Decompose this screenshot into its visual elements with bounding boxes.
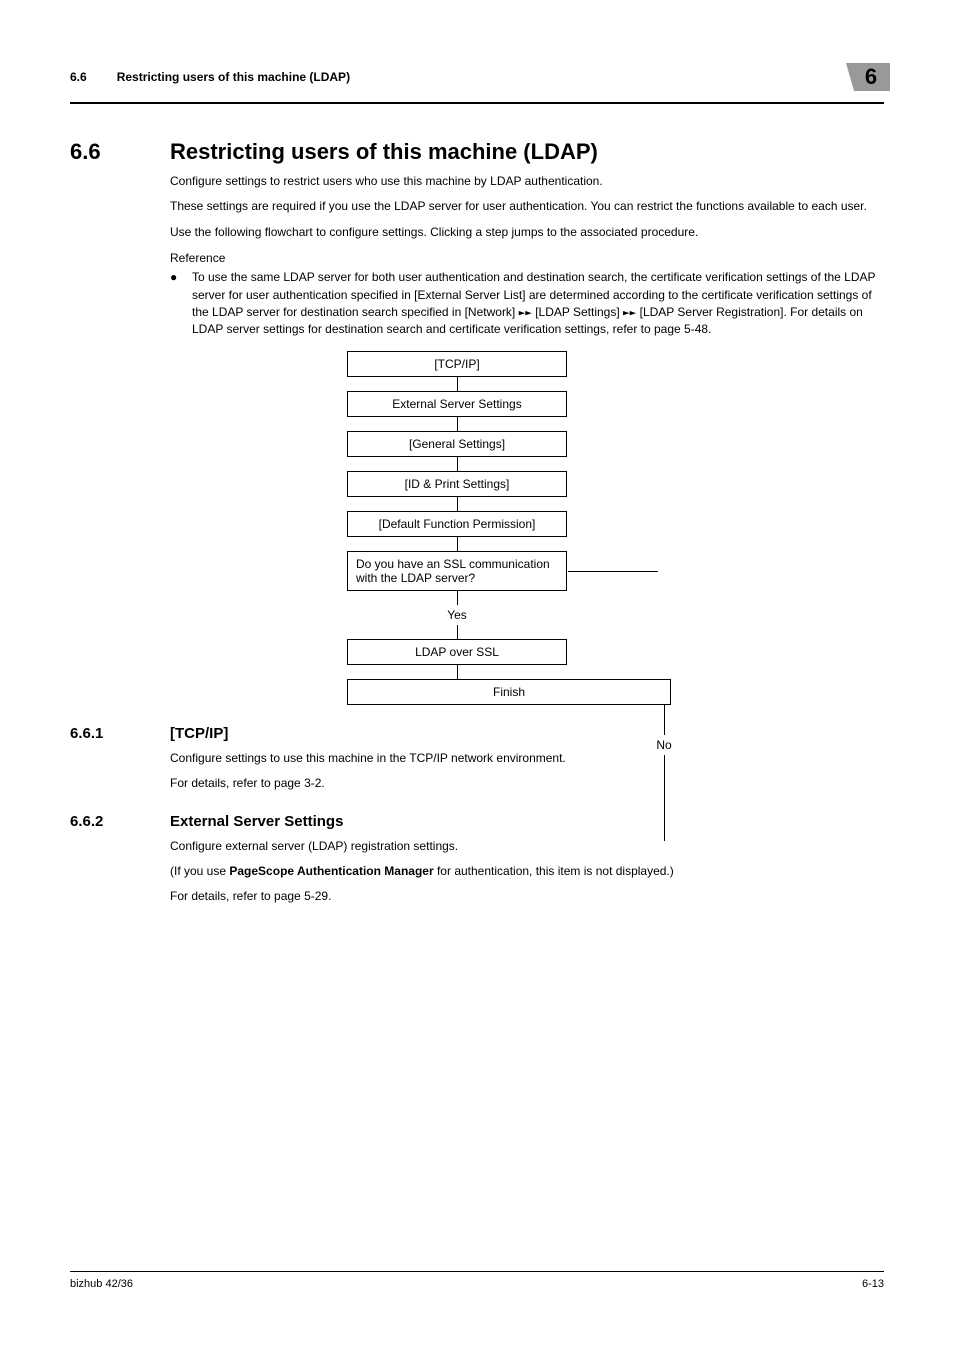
- chapter-badge: 6: [846, 63, 890, 91]
- h2-title: External Server Settings: [170, 813, 343, 830]
- header-section-num: 6.6: [70, 70, 87, 84]
- paragraph: For details, refer to page 3-2.: [170, 775, 884, 792]
- flow-step-ldap-ssl[interactable]: LDAP over SSL: [347, 639, 567, 665]
- footer-page-num: 6-13: [862, 1278, 884, 1290]
- flow-finish: Finish: [347, 679, 671, 705]
- flowchart: [TCP/IP] External Server Settings [Gener…: [170, 351, 884, 705]
- page-header: 6.6 Restricting users of this machine (L…: [70, 70, 884, 84]
- h2-num: 6.6.2: [70, 813, 170, 830]
- bullet-icon: ●: [170, 269, 192, 339]
- flow-step-id-print[interactable]: [ID & Print Settings]: [347, 471, 567, 497]
- reference-label: Reference: [170, 251, 884, 265]
- paragraph: Configure settings to restrict users who…: [170, 173, 884, 190]
- subsection-heading: 6.6.1 [TCP/IP]: [70, 725, 884, 742]
- bullet-text: To use the same LDAP server for both use…: [192, 269, 884, 339]
- flow-step-general-settings[interactable]: [General Settings]: [347, 431, 567, 457]
- h1-title: Restricting users of this machine (LDAP): [170, 139, 598, 165]
- paragraph: Use the following flowchart to configure…: [170, 224, 884, 241]
- header-section-title: Restricting users of this machine (LDAP): [117, 70, 884, 84]
- flow-step-tcpip[interactable]: [TCP/IP]: [347, 351, 567, 377]
- subsection-heading: 6.6.2 External Server Settings: [70, 813, 884, 830]
- h1-num: 6.6: [70, 139, 170, 165]
- paragraph: These settings are required if you use t…: [170, 198, 884, 215]
- flow-decision-ssl: Do you have an SSL communication with th…: [347, 551, 567, 591]
- h2-num: 6.6.1: [70, 725, 170, 742]
- paragraph: Configure settings to use this machine i…: [170, 750, 884, 767]
- flow-no-label: No: [656, 738, 671, 752]
- header-rule: [70, 102, 884, 104]
- paragraph: Configure external server (LDAP) registr…: [170, 838, 884, 855]
- h2-title: [TCP/IP]: [170, 725, 228, 742]
- bullet-item: ● To use the same LDAP server for both u…: [170, 269, 884, 339]
- page-footer: bizhub 42/36 6-13: [70, 1271, 884, 1290]
- paragraph: (If you use PageScope Authentication Man…: [170, 863, 884, 880]
- section-heading: 6.6 Restricting users of this machine (L…: [70, 139, 884, 165]
- flow-step-default-permission[interactable]: [Default Function Permission]: [347, 511, 567, 537]
- flow-yes-label: Yes: [447, 608, 467, 622]
- paragraph: For details, refer to page 5-29.: [170, 888, 884, 905]
- footer-product: bizhub 42/36: [70, 1278, 133, 1290]
- flow-step-external-server[interactable]: External Server Settings: [347, 391, 567, 417]
